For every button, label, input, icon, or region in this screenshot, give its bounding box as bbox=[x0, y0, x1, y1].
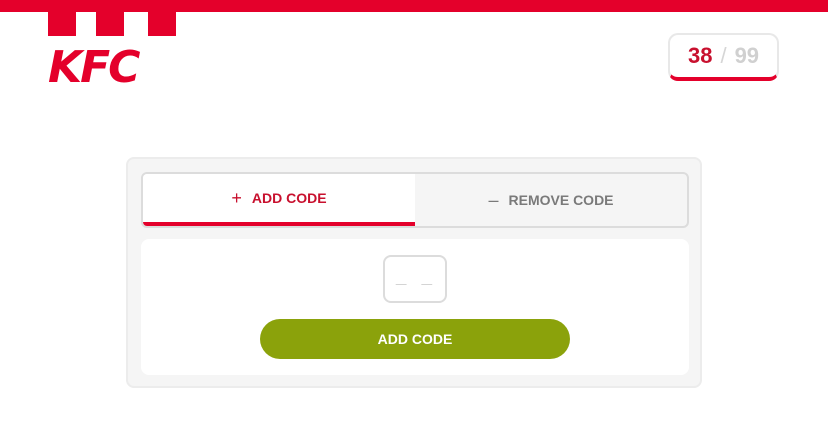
add-code-form: ADD CODE bbox=[141, 239, 689, 375]
plus-icon: + bbox=[231, 187, 242, 208]
tab-add-code[interactable]: + ADD CODE bbox=[143, 174, 415, 226]
logo-wordmark: KFC bbox=[48, 42, 140, 93]
code-input[interactable] bbox=[383, 255, 447, 303]
counter-current: 38 bbox=[687, 43, 713, 68]
logo-stripe bbox=[148, 12, 176, 36]
code-panel: + ADD CODE – REMOVE CODE ADD CODE bbox=[126, 157, 702, 388]
counter-separator: / bbox=[720, 43, 727, 68]
tab-remove-code-label: REMOVE CODE bbox=[508, 192, 614, 208]
logo-stripe bbox=[96, 12, 124, 36]
minus-icon: – bbox=[488, 189, 499, 210]
tab-add-code-label: ADD CODE bbox=[251, 190, 327, 206]
kfc-logo: KFC bbox=[44, 0, 184, 96]
tab-remove-code[interactable]: – REMOVE CODE bbox=[415, 174, 687, 226]
mode-tabs: + ADD CODE – REMOVE CODE bbox=[141, 172, 689, 228]
code-counter: 38 / 99 bbox=[668, 33, 779, 81]
logo-stripe bbox=[48, 12, 76, 36]
add-code-button[interactable]: ADD CODE bbox=[260, 319, 570, 359]
counter-max: 99 bbox=[734, 43, 760, 68]
